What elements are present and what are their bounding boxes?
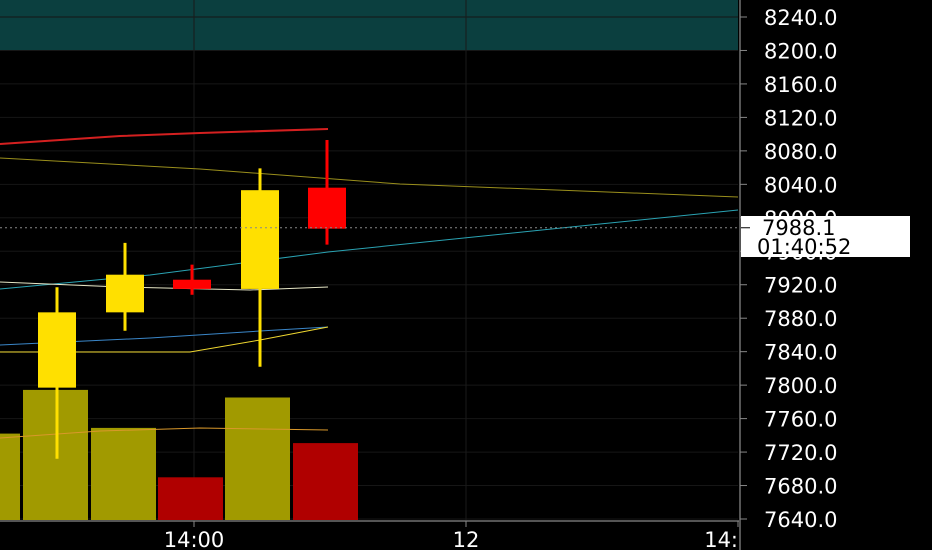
price-tick-label: 7640.0 [764, 508, 837, 532]
volume-bar [225, 397, 290, 521]
volume-bar [0, 433, 20, 521]
candle-body [38, 312, 76, 388]
volume-bar [158, 477, 223, 521]
candle-body [173, 279, 211, 289]
price-tick-label: 8120.0 [764, 106, 837, 130]
bar-countdown-label: 01:40:52 [757, 235, 851, 259]
candle-body [241, 190, 279, 289]
time-tick-label: 14: [704, 528, 738, 550]
price-tick-label: 8040.0 [764, 173, 837, 197]
price-tick-label: 7880.0 [764, 307, 837, 331]
time-tick-label: 14:00 [164, 528, 225, 550]
price-tick-label: 7680.0 [764, 475, 837, 499]
candlestick-chart[interactable]: 8240.08200.08160.08120.08080.08040.08000… [0, 0, 932, 550]
time-tick-label: 12 [453, 528, 480, 550]
price-tick-label: 8240.0 [764, 6, 837, 30]
price-tick-label: 8080.0 [764, 140, 837, 164]
shaded-price-zone [0, 0, 738, 51]
volume-bar [91, 427, 156, 521]
resistance-zone [0, 0, 738, 51]
candle-body [106, 274, 144, 313]
candle-body [308, 187, 346, 229]
volume-bar [293, 443, 358, 521]
price-tick-label: 8200.0 [764, 39, 837, 63]
price-tick-label: 7720.0 [764, 441, 837, 465]
price-tick-label: 7920.0 [764, 274, 837, 298]
price-tick-label: 7760.0 [764, 408, 837, 432]
price-tick-label: 7840.0 [764, 341, 837, 365]
price-tick-label: 8160.0 [764, 73, 837, 97]
price-tick-label: 7800.0 [764, 374, 837, 398]
